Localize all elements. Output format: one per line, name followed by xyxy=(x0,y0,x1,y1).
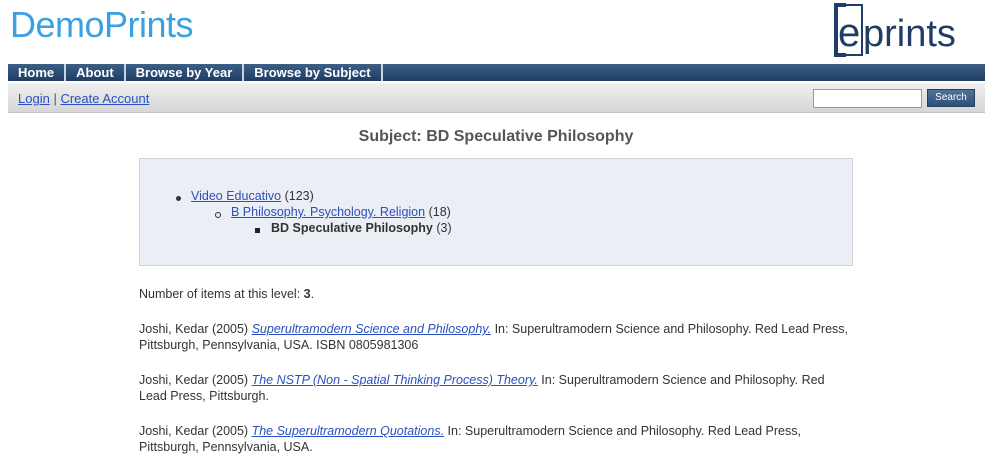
items-count-suffix: . xyxy=(310,287,315,301)
result-item: Joshi, Kedar (2005) Superultramodern Sci… xyxy=(139,321,849,353)
result-authors: Joshi, Kedar (2005) xyxy=(139,322,249,336)
subject-count: (18) xyxy=(428,205,451,219)
login-link[interactable]: Login xyxy=(18,91,50,106)
items-count-label: Number of items at this level: xyxy=(139,287,301,301)
user-toolbar: Login | Create Account Search xyxy=(8,83,985,113)
menu-home[interactable]: Home xyxy=(8,64,67,81)
svg-text:e: e xyxy=(838,11,860,55)
result-title-link[interactable]: The NSTP (Non - Spatial Thinking Process… xyxy=(252,373,538,387)
items-count-line: Number of items at this level: 3. xyxy=(139,287,314,301)
search-input[interactable] xyxy=(813,89,922,108)
subject-count: (3) xyxy=(436,221,452,235)
eprints-logo[interactable]: e prints xyxy=(832,2,984,58)
result-title-link[interactable]: The Superultramodern Quotations. xyxy=(252,424,444,438)
search-button[interactable]: Search xyxy=(927,89,975,107)
tree-item-level-1: Video Educativo (123) xyxy=(191,189,314,203)
tree-item-level-2: B Philosophy. Psychology. Religion (18) xyxy=(231,205,451,219)
create-account-link[interactable]: Create Account xyxy=(60,91,149,106)
subject-count: (123) xyxy=(284,189,314,203)
bullet-disc-icon xyxy=(176,196,181,201)
results-list: Joshi, Kedar (2005) Superultramodern Sci… xyxy=(139,321,849,474)
menu-about[interactable]: About xyxy=(66,64,126,81)
menu-browse-by-subject[interactable]: Browse by Subject xyxy=(244,64,383,81)
result-item: Joshi, Kedar (2005) The Superultramodern… xyxy=(139,423,849,455)
bullet-square-icon xyxy=(255,228,260,233)
result-authors: Joshi, Kedar (2005) xyxy=(139,373,249,387)
subject-link-philosophy-psychology-religion[interactable]: B Philosophy. Psychology. Religion xyxy=(231,205,425,219)
result-item: Joshi, Kedar (2005) The NSTP (Non - Spat… xyxy=(139,372,849,404)
subject-link-video-educativo[interactable]: Video Educativo xyxy=(191,189,281,203)
site-title[interactable]: DemoPrints xyxy=(10,4,194,46)
account-links: Login | Create Account xyxy=(18,91,149,106)
logo-wordmark: prints xyxy=(863,13,956,55)
page-title: Subject: BD Speculative Philosophy xyxy=(358,128,634,145)
current-subject: BD Speculative Philosophy xyxy=(271,221,433,235)
eprints-logo-icon: e prints xyxy=(834,3,956,57)
link-separator: | xyxy=(53,91,57,106)
result-title-link[interactable]: Superultramodern Science and Philosophy. xyxy=(252,322,492,336)
subject-tree: Video Educativo (123) B Philosophy. Psyc… xyxy=(139,158,853,266)
tree-item-level-3: BD Speculative Philosophy (3) xyxy=(271,221,452,235)
bullet-circle-icon xyxy=(215,212,221,218)
main-menu: Home About Browse by Year Browse by Subj… xyxy=(8,64,985,81)
result-authors: Joshi, Kedar (2005) xyxy=(139,424,249,438)
items-count-value: 3 xyxy=(303,287,311,301)
menu-browse-by-year[interactable]: Browse by Year xyxy=(126,64,245,81)
